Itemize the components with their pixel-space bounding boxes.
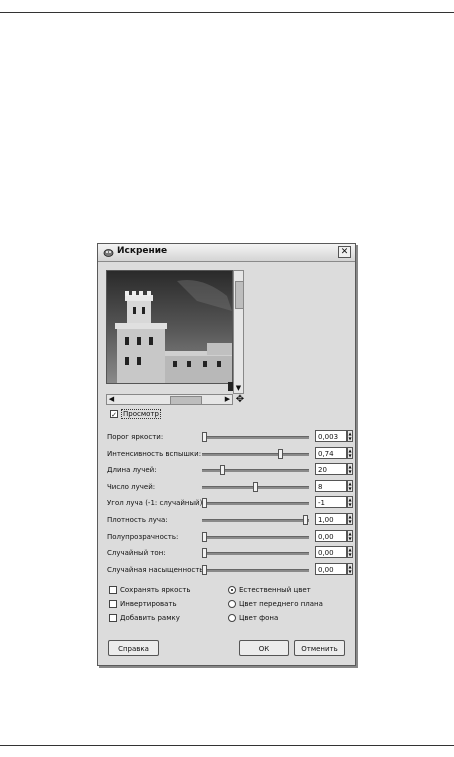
scroll-down-icon[interactable]: ▼ xyxy=(234,384,243,393)
param-slider[interactable] xyxy=(202,532,309,542)
slider-thumb[interactable] xyxy=(202,498,208,508)
radio-label: Цвет фона xyxy=(239,614,279,622)
param-slider[interactable] xyxy=(202,482,309,492)
radio-foreground-color[interactable]: Цвет переднего плана xyxy=(228,600,323,608)
param-value-input[interactable]: 0,00 xyxy=(315,563,347,575)
param-value-input[interactable]: 20 xyxy=(315,463,347,475)
navigate-move-icon[interactable]: ✥ xyxy=(234,394,246,406)
slider-thumb[interactable] xyxy=(278,449,284,459)
param-row: Порог яркости: 0,003 ▲ ▼ xyxy=(107,430,353,444)
param-row: Полупрозрачность: 0,00 ▲ ▼ xyxy=(107,530,353,544)
spin-arrows-icon[interactable]: ▲ ▼ xyxy=(347,463,353,475)
param-value-input[interactable]: 1,00 xyxy=(315,513,347,525)
radio-button[interactable] xyxy=(228,586,236,594)
param-label: Полупрозрачность: xyxy=(107,533,179,541)
preview-image[interactable] xyxy=(106,270,233,384)
radio-button[interactable] xyxy=(228,614,236,622)
cancel-button[interactable]: Отменить xyxy=(294,640,345,656)
slider-thumb[interactable] xyxy=(202,432,208,442)
param-row: Длина лучей: 20 ▲ ▼ xyxy=(107,463,353,477)
title-bar[interactable]: Искрение ✕ xyxy=(98,244,355,262)
radio-label: Естественный цвет xyxy=(239,586,311,594)
param-label: Угол луча (-1: случайный): xyxy=(107,499,205,507)
window-title: Искрение xyxy=(117,246,168,256)
close-button[interactable]: ✕ xyxy=(338,246,351,258)
checkbox-box[interactable] xyxy=(109,586,117,594)
scroll-left-icon[interactable]: ◀ xyxy=(107,395,116,404)
preview-checkbox[interactable]: ✓ Просмотр xyxy=(110,409,161,419)
top-rule xyxy=(0,12,454,13)
param-value-input[interactable]: 0,74 xyxy=(315,447,347,459)
param-value-input[interactable]: 0,00 xyxy=(315,546,347,558)
checkbox-box[interactable] xyxy=(109,600,117,608)
param-label: Число лучей: xyxy=(107,483,156,491)
slider-thumb[interactable] xyxy=(202,565,208,575)
param-slider[interactable] xyxy=(202,515,309,525)
spin-arrows-icon[interactable]: ▲ ▼ xyxy=(347,447,353,459)
radio-natural-color[interactable]: Естественный цвет xyxy=(228,586,311,594)
param-slider[interactable] xyxy=(202,465,309,475)
spin-arrows-icon[interactable]: ▲ ▼ xyxy=(347,530,353,542)
gimp-app-icon xyxy=(103,249,114,257)
param-value-input[interactable]: 0,00 xyxy=(315,530,347,542)
spin-arrows-icon[interactable]: ▲ ▼ xyxy=(347,513,353,525)
scroll-right-icon[interactable]: ▶ xyxy=(223,395,232,404)
bottom-rule xyxy=(0,745,454,746)
param-row: Случайная насыщенность: 0,00 ▲ ▼ xyxy=(107,563,353,577)
slider-thumb[interactable] xyxy=(202,548,208,558)
param-row: Интенсивность вспышки: 0,74 ▲ ▼ xyxy=(107,447,353,461)
preview-checkbox-label: Просмотр xyxy=(121,409,161,419)
spin-arrows-icon[interactable]: ▲ ▼ xyxy=(347,546,353,558)
param-row: Угол луча (-1: случайный): -1 ▲ ▼ xyxy=(107,496,353,510)
param-row: Число лучей: 8 ▲ ▼ xyxy=(107,480,353,494)
checkbox-label: Сохранять яркость xyxy=(120,586,191,594)
checkbox-box[interactable] xyxy=(109,614,117,622)
checkbox-keep-brightness[interactable]: Сохранять яркость xyxy=(109,586,190,594)
sparkle-dialog: Искрение ✕ ▼ ◀ ▶ ✥ ✓ Просмотр Порог ярко… xyxy=(97,243,356,666)
param-slider[interactable] xyxy=(202,498,309,508)
vertical-scroll-thumb[interactable] xyxy=(235,281,244,309)
param-label: Интенсивность вспышки: xyxy=(107,450,202,458)
param-row: Случайный тон: 0,00 ▲ ▼ xyxy=(107,546,353,560)
checkbox-label: Инвертировать xyxy=(120,600,177,608)
slider-thumb[interactable] xyxy=(202,532,208,542)
slider-thumb[interactable] xyxy=(252,482,258,492)
param-label: Плотность луча: xyxy=(107,516,168,524)
checkbox-label: Добавить рамку xyxy=(120,614,180,622)
param-slider[interactable] xyxy=(202,548,309,558)
param-value-input[interactable]: 8 xyxy=(315,480,347,492)
param-label: Длина лучей: xyxy=(107,466,157,474)
spin-arrows-icon[interactable]: ▲ ▼ xyxy=(347,496,353,508)
param-label: Порог яркости: xyxy=(107,433,164,441)
param-label: Случайный тон: xyxy=(107,549,166,557)
radio-label: Цвет переднего плана xyxy=(239,600,323,608)
param-value-input[interactable]: 0,003 xyxy=(315,430,347,442)
castle-photo-icon xyxy=(107,271,232,383)
horizontal-scrollbar[interactable]: ◀ ▶ xyxy=(106,394,233,405)
spin-arrows-icon[interactable]: ▲ ▼ xyxy=(347,430,353,442)
param-value-input[interactable]: -1 xyxy=(315,496,347,508)
vertical-scrollbar[interactable]: ▼ xyxy=(233,270,244,394)
help-button[interactable]: Справка xyxy=(108,640,159,656)
slider-thumb[interactable] xyxy=(220,465,226,475)
param-slider[interactable] xyxy=(202,449,309,459)
param-row: Плотность луча: 1,00 ▲ ▼ xyxy=(107,513,353,527)
param-label: Случайная насыщенность: xyxy=(107,566,206,574)
radio-button[interactable] xyxy=(228,600,236,608)
slider-thumb[interactable] xyxy=(302,515,308,525)
param-slider[interactable] xyxy=(202,432,309,442)
spin-arrows-icon[interactable]: ▲ ▼ xyxy=(347,563,353,575)
checkbox-add-border[interactable]: Добавить рамку xyxy=(109,614,180,622)
spin-arrows-icon[interactable]: ▲ ▼ xyxy=(347,480,353,492)
horizontal-scroll-thumb[interactable] xyxy=(170,396,202,405)
radio-background-color[interactable]: Цвет фона xyxy=(228,614,278,622)
checkbox-invert[interactable]: Инвертировать xyxy=(109,600,177,608)
param-slider[interactable] xyxy=(202,565,309,575)
preview-checkbox-box[interactable]: ✓ xyxy=(110,410,118,419)
ok-button[interactable]: ОК xyxy=(239,640,289,656)
